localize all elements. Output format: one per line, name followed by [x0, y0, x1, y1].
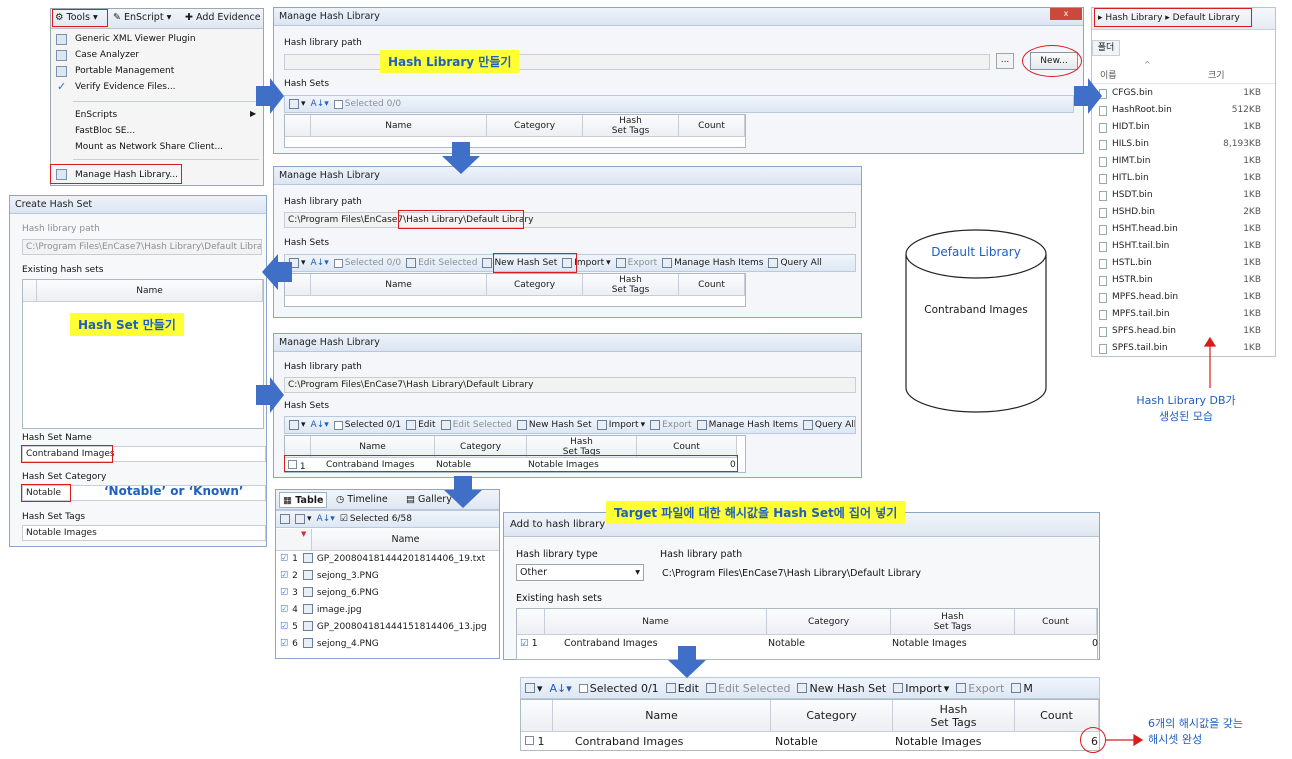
- arrow-right-icon: [256, 78, 284, 114]
- arrow-left-icon: [262, 254, 292, 290]
- flow-arrows: [256, 78, 1217, 747]
- arrow-down-icon: [442, 142, 480, 174]
- arrow-down-icon: [444, 476, 482, 508]
- arrow-down-icon: [668, 646, 706, 678]
- arrow-right-icon: [256, 377, 284, 413]
- arrow-right-icon: [1074, 78, 1102, 114]
